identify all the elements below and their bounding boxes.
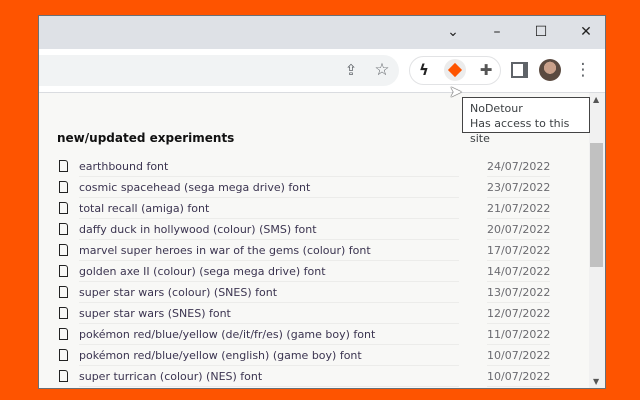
puzzle-icon[interactable]: ✚ [475,59,497,81]
list-item[interactable]: total recall (amiga) font 21/07/2022 [57,199,557,220]
item-date: 24/07/2022 [487,160,551,177]
file-icon [59,202,68,214]
scrollbar-thumb[interactable] [590,143,603,267]
scrollbar[interactable]: ▲ ▼ [589,93,605,388]
file-icon [59,286,68,298]
maximize-button[interactable]: ☐ [529,21,553,43]
item-title-link[interactable]: earthbound font [79,160,459,177]
toolbar: ⇪ ☆ ϟ ✚ ⋮ [39,49,605,93]
list-item[interactable]: earthbound font 24/07/2022 [57,157,557,178]
item-title-link[interactable]: super turrican (colour) (NES) font [79,370,459,387]
tooltip-subtitle: Has access to this site [470,117,570,145]
file-icon [59,307,68,319]
item-title-link[interactable]: cosmic spacehead (sega mega drive) font [79,181,459,198]
tooltip-title: NoDetour [470,102,523,115]
list-item[interactable]: super star wars (SNES) font 12/07/2022 [57,304,557,325]
file-icon [59,328,68,340]
scroll-down-icon[interactable]: ▼ [593,377,599,386]
file-icon [59,160,68,172]
item-title-link[interactable]: super star wars (SNES) font [79,307,459,324]
list-item[interactable]: daffy duck in hollywood (colour) (SMS) f… [57,220,557,241]
item-date: 12/07/2022 [487,307,551,324]
extension-tooltip: NoDetour Has access to this site [462,97,590,145]
item-date: 10/07/2022 [487,349,551,366]
file-icon [59,349,68,361]
section-heading: new/updated experiments [57,131,235,145]
more-icon[interactable]: ⋮ [572,59,594,81]
item-title-link[interactable]: pokémon red/blue/yellow (english) (game … [79,349,459,366]
nodetour-icon [447,62,463,78]
sidepanel-icon [510,62,528,78]
nodetour-extension-button[interactable] [444,59,466,81]
list-item[interactable]: super star wars (colour) (SNES) font 13/0… [57,283,557,304]
scroll-up-icon[interactable]: ▲ [593,95,599,104]
list-item[interactable]: pokémon red/blue/yellow (de/it/fr/es) (g… [57,325,557,346]
tab-search-button[interactable]: ⌄ [441,21,465,43]
mouse-cursor: ➤ [449,82,463,101]
list-item[interactable]: golden axe II (colour) (sega mega drive)… [57,262,557,283]
item-date: 10/07/2022 [487,370,551,387]
avatar-image [539,59,561,81]
item-title-link[interactable]: daffy duck in hollywood (colour) (SMS) f… [79,223,459,240]
item-date: 14/07/2022 [487,265,551,282]
browser-window: ⌄ – ☐ ✕ ⇪ ☆ ϟ ✚ ⋮ new/updated experiment… [38,15,606,389]
file-icon [59,370,68,382]
avatar[interactable] [539,59,561,81]
bolt-icon[interactable]: ϟ [413,59,435,81]
item-title-link[interactable]: golden axe II (colour) (sega mega drive)… [79,265,459,282]
list-item[interactable]: pokémon red/blue/yellow (english) (game … [57,346,557,367]
item-title-link[interactable]: pokémon red/blue/yellow (de/it/fr/es) (g… [79,328,459,345]
item-title-link[interactable]: super star wars (colour) (SNES) font [79,286,459,303]
list-item[interactable]: cosmic spacehead (sega mega drive) font 2… [57,178,557,199]
side-panel-button[interactable] [508,59,530,81]
item-date: 23/07/2022 [487,181,551,198]
item-date: 21/07/2022 [487,202,551,219]
item-date: 20/07/2022 [487,223,551,240]
file-icon [59,265,68,277]
minimize-button[interactable]: – [485,21,509,43]
file-icon [59,181,68,193]
list-item[interactable]: marvel super heroes in war of the gems (… [57,241,557,262]
item-title-link[interactable]: total recall (amiga) font [79,202,459,219]
file-icon [59,223,68,235]
item-title-link[interactable]: marvel super heroes in war of the gems (… [79,244,459,261]
share-icon[interactable]: ⇪ [340,59,362,81]
title-bar: ⌄ – ☐ ✕ [39,16,605,49]
close-button[interactable]: ✕ [574,21,598,43]
star-icon[interactable]: ☆ [371,59,393,81]
item-date: 13/07/2022 [487,286,551,303]
list-item[interactable]: super turrican (colour) (NES) font 10/07/… [57,367,557,388]
file-icon [59,244,68,256]
item-date: 17/07/2022 [487,244,551,261]
item-date: 11/07/2022 [487,328,551,345]
